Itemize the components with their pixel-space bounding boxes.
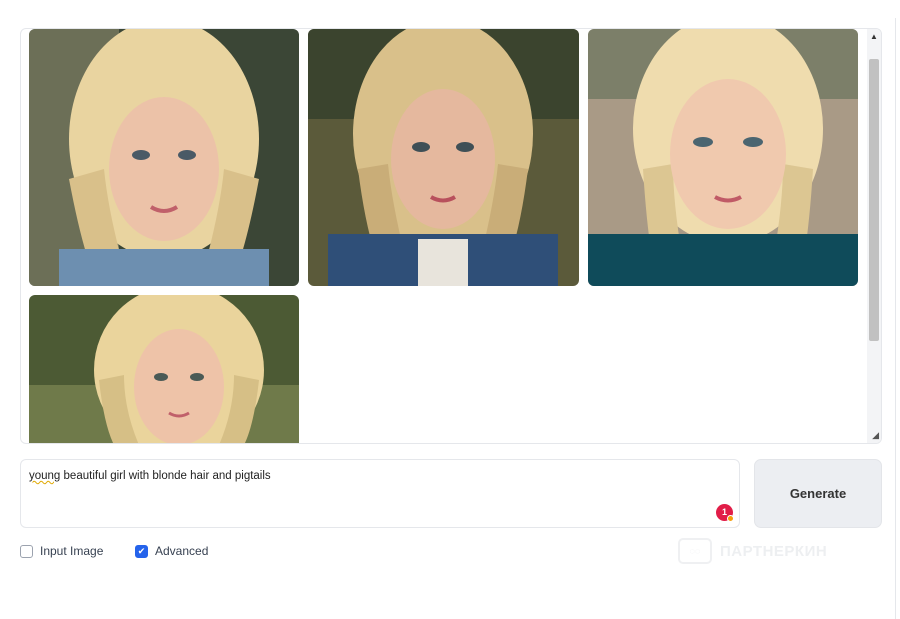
spellcheck-word: young <box>29 470 61 482</box>
image-gallery[interactable]: ▲ ◢ <box>20 28 882 444</box>
input-image-checkbox[interactable]: Input Image <box>20 544 103 558</box>
prompt-textarea[interactable]: young beautiful girl with blonde hair an… <box>20 459 740 528</box>
watermark: ◌◌ ПАРТНЕРКИН <box>678 538 827 564</box>
prompt-text[interactable]: young beautiful girl with blonde hair an… <box>29 470 271 482</box>
generated-image-3[interactable] <box>588 29 858 286</box>
checkbox-unchecked-icon[interactable] <box>20 544 33 558</box>
badge-dot-icon <box>727 515 734 522</box>
gallery-scrollbar[interactable]: ▲ <box>867 29 881 443</box>
generate-button[interactable]: Generate <box>754 459 882 528</box>
input-image-label: Input Image <box>40 544 104 558</box>
advanced-checkbox[interactable]: ✔ Advanced <box>135 544 208 558</box>
grammar-assistant-badge[interactable]: 1 <box>716 504 734 522</box>
watermark-text: ПАРТНЕРКИН <box>720 542 828 560</box>
scroll-up-arrow-icon[interactable]: ▲ <box>870 33 878 41</box>
panel-divider <box>895 18 896 619</box>
watermark-logo-icon: ◌◌ <box>678 538 712 564</box>
generated-image-2[interactable] <box>308 29 579 286</box>
generated-image-4[interactable] <box>29 295 299 443</box>
checkbox-checked-icon[interactable]: ✔ <box>135 544 148 558</box>
prompt-text-rest: beautiful girl with blonde hair and pigt… <box>60 470 271 482</box>
generated-image-1[interactable] <box>29 29 299 286</box>
scroll-thumb[interactable] <box>869 59 879 341</box>
advanced-label: Advanced <box>155 544 209 558</box>
resize-grip-icon[interactable]: ◢ <box>872 430 879 441</box>
badge-count: 1 <box>721 507 727 517</box>
